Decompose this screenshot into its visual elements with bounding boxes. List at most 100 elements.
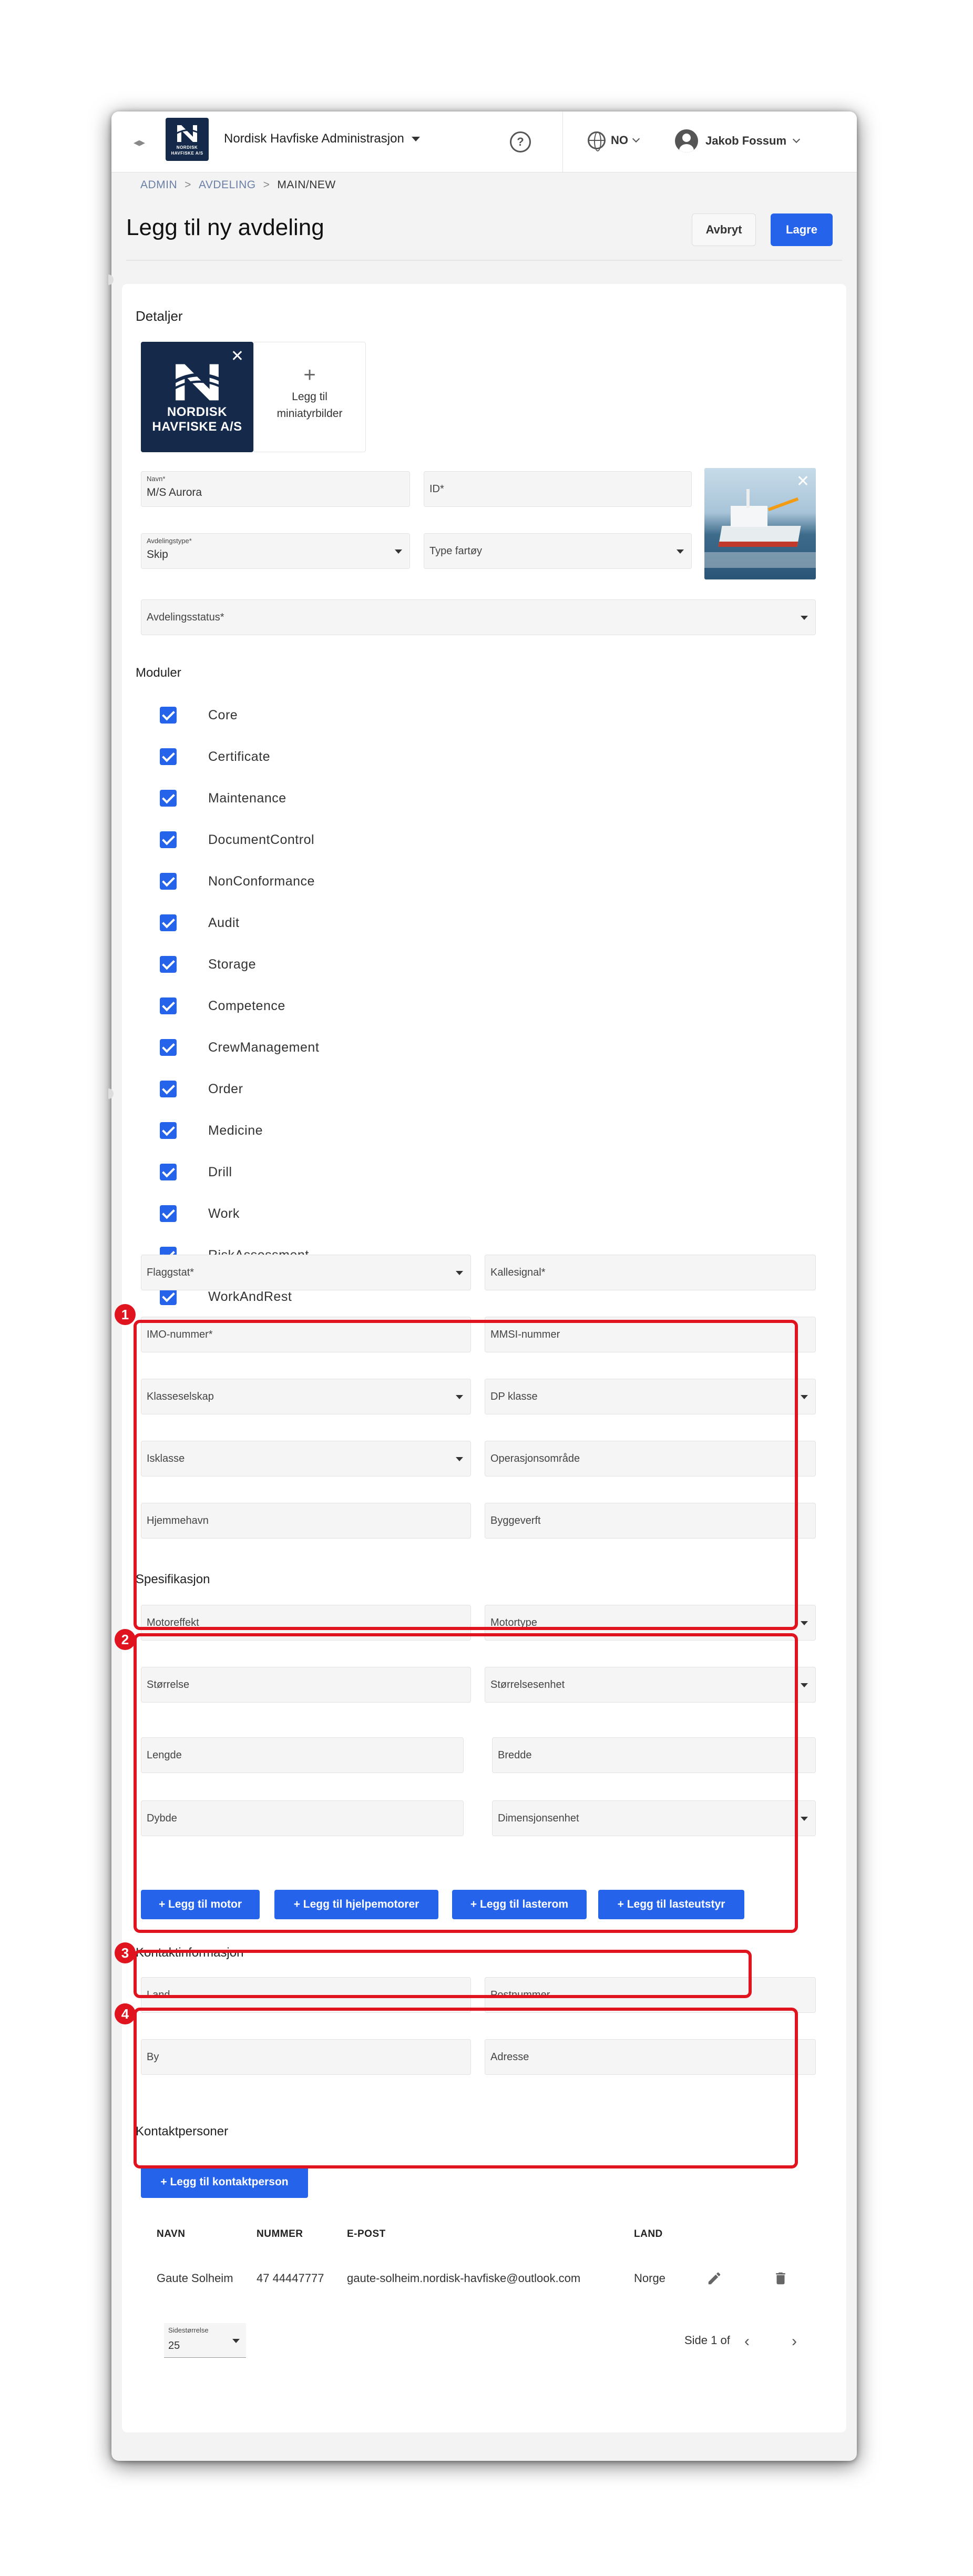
module-checkbox-row[interactable]: CrewManagement bbox=[160, 1037, 319, 1058]
checkbox-checked-icon[interactable] bbox=[160, 1205, 177, 1222]
highlight-box-contact-info bbox=[134, 2008, 798, 2168]
department-type-select[interactable]: Avdelingstype* Skip bbox=[141, 533, 410, 569]
logo-thumb-line1: NORDISK bbox=[167, 405, 228, 419]
title-divider bbox=[126, 260, 842, 261]
close-icon[interactable]: ✕ bbox=[796, 472, 810, 491]
department-status-select[interactable]: Avdelingsstatus* bbox=[141, 599, 816, 635]
org-selector[interactable]: Nordisk Havfiske Administrasjon bbox=[224, 131, 420, 146]
module-label: Certificate bbox=[208, 749, 271, 764]
dropdown-arrow-icon bbox=[801, 1683, 808, 1687]
column-header-country[interactable]: LAND bbox=[634, 2228, 663, 2240]
checkbox-checked-icon[interactable] bbox=[160, 1081, 177, 1097]
module-checkbox-row[interactable]: Work bbox=[160, 1203, 240, 1224]
checkbox-checked-icon[interactable] bbox=[160, 1288, 177, 1305]
module-checkbox-row[interactable]: DocumentControl bbox=[160, 829, 314, 850]
module-checkbox-row[interactable]: Competence bbox=[160, 995, 285, 1016]
checkbox-checked-icon[interactable] bbox=[160, 1039, 177, 1056]
module-label: Storage bbox=[208, 956, 257, 972]
annotation-badge-1: 1 bbox=[115, 1304, 136, 1325]
user-name: Jakob Fossum bbox=[705, 134, 787, 147]
company-logo: NORDISK HAVFISKE A/S bbox=[166, 118, 209, 161]
annotation-badge-3: 3 bbox=[115, 1942, 136, 1963]
module-checkbox-row[interactable]: Audit bbox=[160, 912, 239, 933]
checkbox-checked-icon[interactable] bbox=[160, 1122, 177, 1139]
logo-thumbnail[interactable]: NORDISK HAVFISKE A/S ✕ bbox=[141, 342, 253, 452]
next-page-icon[interactable]: › bbox=[792, 2333, 797, 2350]
module-checkbox-row[interactable]: Order bbox=[160, 1078, 243, 1099]
column-header-number[interactable]: NUMMER bbox=[257, 2228, 303, 2240]
column-header-name[interactable]: NAVN bbox=[157, 2228, 185, 2240]
annotation-badge-4: 4 bbox=[115, 2003, 136, 2024]
dropdown-arrow-icon bbox=[801, 1395, 808, 1399]
dropdown-arrow-icon bbox=[456, 1271, 463, 1275]
call-sign-field[interactable]: Kallesignal* bbox=[485, 1255, 816, 1290]
language-label: NO bbox=[611, 134, 628, 147]
page-size-select[interactable]: Sidestørrelse 25 bbox=[164, 2323, 246, 2358]
checkbox-checked-icon[interactable] bbox=[160, 914, 177, 931]
highlight-box-vessel-info bbox=[134, 1320, 798, 1630]
checkbox-checked-icon[interactable] bbox=[160, 831, 177, 848]
call-sign-placeholder: Kallesignal* bbox=[490, 1267, 546, 1278]
flag-state-select[interactable]: Flaggstat* bbox=[141, 1255, 471, 1290]
column-header-email[interactable]: E-POST bbox=[347, 2228, 386, 2240]
user-menu[interactable]: Jakob Fossum bbox=[675, 129, 801, 152]
vessel-type-select[interactable]: Type fartøy bbox=[424, 533, 692, 569]
contact-name: Gaute Solheim bbox=[157, 2272, 233, 2285]
dropdown-arrow-icon bbox=[395, 549, 402, 554]
page-info: Side 1 of bbox=[684, 2334, 730, 2347]
header-divider bbox=[562, 111, 563, 172]
checkbox-checked-icon[interactable] bbox=[160, 873, 177, 890]
module-checkbox-row[interactable]: Storage bbox=[160, 954, 256, 975]
module-label: Core bbox=[208, 707, 238, 722]
breadcrumb-current: MAIN/NEW bbox=[277, 179, 336, 191]
breadcrumb: ADMIN > AVDELING > MAIN/NEW bbox=[140, 179, 336, 191]
add-thumbnail-button[interactable]: + Legg til miniatyrbilder bbox=[253, 342, 366, 452]
id-field[interactable]: ID* bbox=[424, 471, 692, 507]
vessel-photo[interactable]: ✕ bbox=[704, 468, 816, 579]
module-checkbox-row[interactable]: Core bbox=[160, 705, 238, 726]
help-icon[interactable]: ? bbox=[510, 131, 531, 152]
checkbox-checked-icon[interactable] bbox=[160, 748, 177, 765]
close-icon[interactable]: ✕ bbox=[231, 349, 244, 364]
logo-text-2: HAVFISKE A/S bbox=[171, 151, 203, 156]
flag-state-placeholder: Flaggstat* bbox=[147, 1267, 194, 1278]
checkbox-checked-icon[interactable] bbox=[160, 790, 177, 807]
chevron-down-icon bbox=[792, 135, 801, 144]
checkbox-checked-icon[interactable] bbox=[160, 707, 177, 724]
checkbox-checked-icon[interactable] bbox=[160, 1164, 177, 1180]
module-label: Medicine bbox=[208, 1123, 263, 1138]
module-checkbox-row[interactable]: Maintenance bbox=[160, 788, 286, 809]
checkbox-checked-icon[interactable] bbox=[160, 956, 177, 973]
top-bar: ◂▸ NORDISK HAVFISKE A/S Nordisk Havfiske… bbox=[111, 111, 857, 172]
contact-country: Norge bbox=[634, 2272, 665, 2285]
save-button[interactable]: Lagre bbox=[771, 213, 833, 246]
edit-icon[interactable] bbox=[706, 2270, 722, 2286]
cancel-button[interactable]: Avbryt bbox=[692, 213, 756, 246]
module-checkbox-row[interactable]: NonConformance bbox=[160, 871, 315, 892]
module-label: Order bbox=[208, 1081, 243, 1096]
id-field-placeholder: ID* bbox=[429, 483, 444, 495]
logo-n-icon bbox=[176, 125, 199, 142]
previous-page-icon[interactable]: ‹ bbox=[744, 2333, 750, 2350]
department-type-label: Avdelingstype* bbox=[147, 537, 192, 545]
language-selector[interactable]: NO bbox=[588, 131, 640, 151]
module-checkbox-row[interactable]: Drill bbox=[160, 1162, 232, 1183]
details-label: Detaljer bbox=[136, 308, 183, 324]
dropdown-arrow-icon bbox=[801, 1621, 808, 1625]
breadcrumb-avdeling[interactable]: AVDELING bbox=[199, 179, 256, 191]
dropdown-arrow-icon bbox=[801, 1817, 808, 1821]
module-checkbox-row[interactable]: Medicine bbox=[160, 1120, 263, 1141]
module-checkbox-row[interactable]: Certificate bbox=[160, 746, 270, 767]
breadcrumb-admin[interactable]: ADMIN bbox=[140, 179, 177, 191]
module-label: NonConformance bbox=[208, 873, 315, 889]
page-title: Legg til ny avdeling bbox=[126, 215, 324, 240]
delete-icon[interactable] bbox=[773, 2270, 788, 2286]
checkbox-checked-icon[interactable] bbox=[160, 997, 177, 1014]
page-size-label: Sidestørrelse bbox=[168, 2326, 209, 2334]
add-contact-button[interactable]: + Legg til kontaktperson bbox=[141, 2166, 308, 2198]
logo-n-icon bbox=[172, 364, 222, 401]
annotation-badge-2: 2 bbox=[115, 1629, 136, 1650]
nav-toggle-icon[interactable]: ◂▸ bbox=[134, 136, 145, 149]
department-status-placeholder: Avdelingsstatus* bbox=[147, 612, 224, 623]
name-field[interactable]: Navn* M/S Aurora bbox=[141, 471, 410, 507]
